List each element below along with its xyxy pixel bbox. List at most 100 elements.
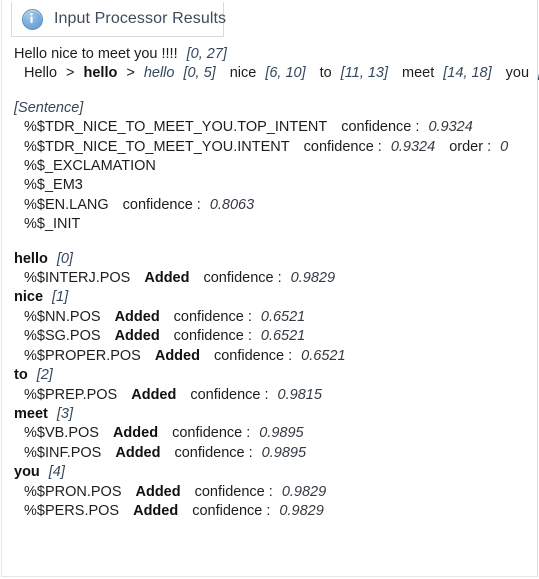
feature-status: Added <box>154 347 200 364</box>
token-section-header: to [2] <box>2 366 537 385</box>
token-breakdown-line: Hello > hello > hello [0, 5] nice [6, 10] to [11,… <box>2 64 539 83</box>
token-normalized: hello <box>83 65 118 82</box>
feature-status: Added <box>133 502 179 519</box>
order-label: order : <box>449 138 492 155</box>
token-section-header: meet [3] <box>2 405 537 424</box>
feature-status: Added <box>115 444 161 461</box>
sentence-feature-rows: %$TDR_NICE_TO_MEET_YOU.TOP_INTENT confide… <box>2 118 537 234</box>
confidence-label: confidence : <box>172 425 251 442</box>
token-4-text: meet <box>402 65 435 82</box>
feature-tag: %$PRON.POS <box>24 483 122 500</box>
confidence-label: confidence : <box>203 270 282 287</box>
input-sentence-span: [0, 27] <box>186 46 227 62</box>
feature-row: %$TDR_NICE_TO_MEET_YOU.TOP_INTENT confide… <box>2 118 537 137</box>
token-index: [3] <box>56 405 73 422</box>
feature-tag: %$_EXCLAMATION <box>24 158 156 175</box>
feature-tag: %$PERS.POS <box>24 502 120 519</box>
token-arrow-1: > <box>66 65 75 82</box>
token-index: [4] <box>48 464 65 481</box>
token-4-span: [14, 18] <box>443 65 492 82</box>
confidence-label: confidence : <box>341 119 420 136</box>
info-icon <box>22 8 43 30</box>
sentence-label-text: [Sentence] <box>14 99 84 116</box>
confidence-value: 0.9829 <box>290 270 336 287</box>
confidence-label: confidence : <box>122 196 201 213</box>
confidence-value: 0.9829 <box>281 483 327 500</box>
confidence-label: confidence : <box>173 308 252 325</box>
token-section-header: hello [0] <box>2 250 537 269</box>
feature-row: %$PREP.POS Added confidence : 0.9815 <box>2 386 537 405</box>
token-surface: Hello <box>24 65 58 82</box>
token-word: meet <box>14 405 48 422</box>
feature-tag: %$PREP.POS <box>24 386 118 403</box>
feature-tag: %$INTERJ.POS <box>24 270 131 287</box>
confidence-label: confidence : <box>190 386 269 403</box>
confidence-value: 0.9895 <box>259 425 304 442</box>
confidence-value: 0.9829 <box>279 502 324 519</box>
confidence-value: 0.9324 <box>428 119 473 136</box>
input-sentence-line: Hello nice to meet you !!!! [0, 27] <box>2 45 537 64</box>
token-lemma-span: [0, 5] <box>183 65 216 82</box>
confidence-value: 0.6521 <box>301 347 346 364</box>
feature-status: Added <box>131 386 177 403</box>
tab-strip: Input Processor Results <box>2 0 537 39</box>
order-value: 0 <box>500 138 509 155</box>
feature-row: %$NN.POS Added confidence : 0.6521 <box>2 308 537 327</box>
token-arrow-2: > <box>126 65 135 82</box>
feature-row: %$PROPER.POS Added confidence : 0.6521 <box>2 347 537 366</box>
feature-status: Added <box>144 270 190 287</box>
confidence-label: confidence : <box>194 483 273 500</box>
feature-row: %$PRON.POS Added confidence : 0.9829 <box>2 483 537 502</box>
confidence-value: 0.6521 <box>260 308 306 325</box>
confidence-label: confidence : <box>213 347 293 364</box>
input-processor-results-panel: Input Processor Results Hello nice to me… <box>1 0 539 577</box>
tab-title: Input Processor Results <box>54 10 227 27</box>
feature-tag: %$_EM3 <box>24 177 83 194</box>
feature-status: Added <box>112 425 159 442</box>
tab-input-processor-results[interactable]: Input Processor Results <box>11 2 227 37</box>
token-feature-sections: hello [0] %$INTERJ.POS Added confidence : 0.9… <box>2 250 537 522</box>
token-section-header: nice [1] <box>2 288 537 307</box>
feature-tag: %$VB.POS <box>24 425 99 442</box>
feature-status: Added <box>135 483 181 500</box>
token-word: nice <box>14 289 44 306</box>
feature-status: Added <box>114 308 160 325</box>
feature-row: %$INTERJ.POS Added confidence : 0.9829 <box>2 269 537 288</box>
token-word: hello <box>14 250 48 267</box>
sentence-section-label: [Sentence] <box>2 99 537 118</box>
confidence-label: confidence : <box>173 328 252 345</box>
input-sentence-text: Hello nice to meet you !!!! <box>14 46 178 62</box>
confidence-value: 0.8063 <box>209 196 255 213</box>
feature-row: %$INF.POS Added confidence : 0.9895 <box>2 444 537 463</box>
token-5-text: you <box>505 65 530 82</box>
feature-row: %$_EM3 <box>2 176 537 195</box>
feature-tag: %$PROPER.POS <box>24 347 141 364</box>
feature-row: %$_EXCLAMATION <box>2 157 537 176</box>
feature-tag: %$SG.POS <box>24 328 101 345</box>
feature-tag: %$EN.LANG <box>24 196 109 213</box>
token-word: you <box>14 464 40 481</box>
feature-tag: %$TDR_NICE_TO_MEET_YOU.INTENT <box>24 138 290 155</box>
feature-tag: %$_INIT <box>24 216 81 233</box>
feature-row: %$EN.LANG confidence : 0.8063 <box>2 196 537 215</box>
token-2-text: nice <box>229 65 257 82</box>
confidence-label: confidence : <box>174 444 253 461</box>
token-2-span: [6, 10] <box>265 65 306 82</box>
feature-tag: %$INF.POS <box>24 444 102 461</box>
feature-row: %$VB.POS Added confidence : 0.9895 <box>2 424 537 443</box>
feature-row: %$SG.POS Added confidence : 0.6521 <box>2 327 537 346</box>
confidence-label: confidence : <box>303 138 382 155</box>
confidence-value: 0.9324 <box>390 138 436 155</box>
feature-row: %$_INIT <box>2 215 537 234</box>
confidence-value: 0.6521 <box>260 328 306 345</box>
token-3-text: to <box>319 65 332 82</box>
confidence-value: 0.9895 <box>261 444 307 461</box>
results-content: Hello nice to meet you !!!! [0, 27] Hello… <box>2 39 539 522</box>
token-word: to <box>14 367 28 384</box>
feature-row: %$PERS.POS Added confidence : 0.9829 <box>2 502 537 521</box>
feature-row: %$TDR_NICE_TO_MEET_YOU.INTENT confidence … <box>2 138 537 157</box>
token-index: [1] <box>52 289 69 306</box>
token-section-header: you [4] <box>2 463 537 482</box>
